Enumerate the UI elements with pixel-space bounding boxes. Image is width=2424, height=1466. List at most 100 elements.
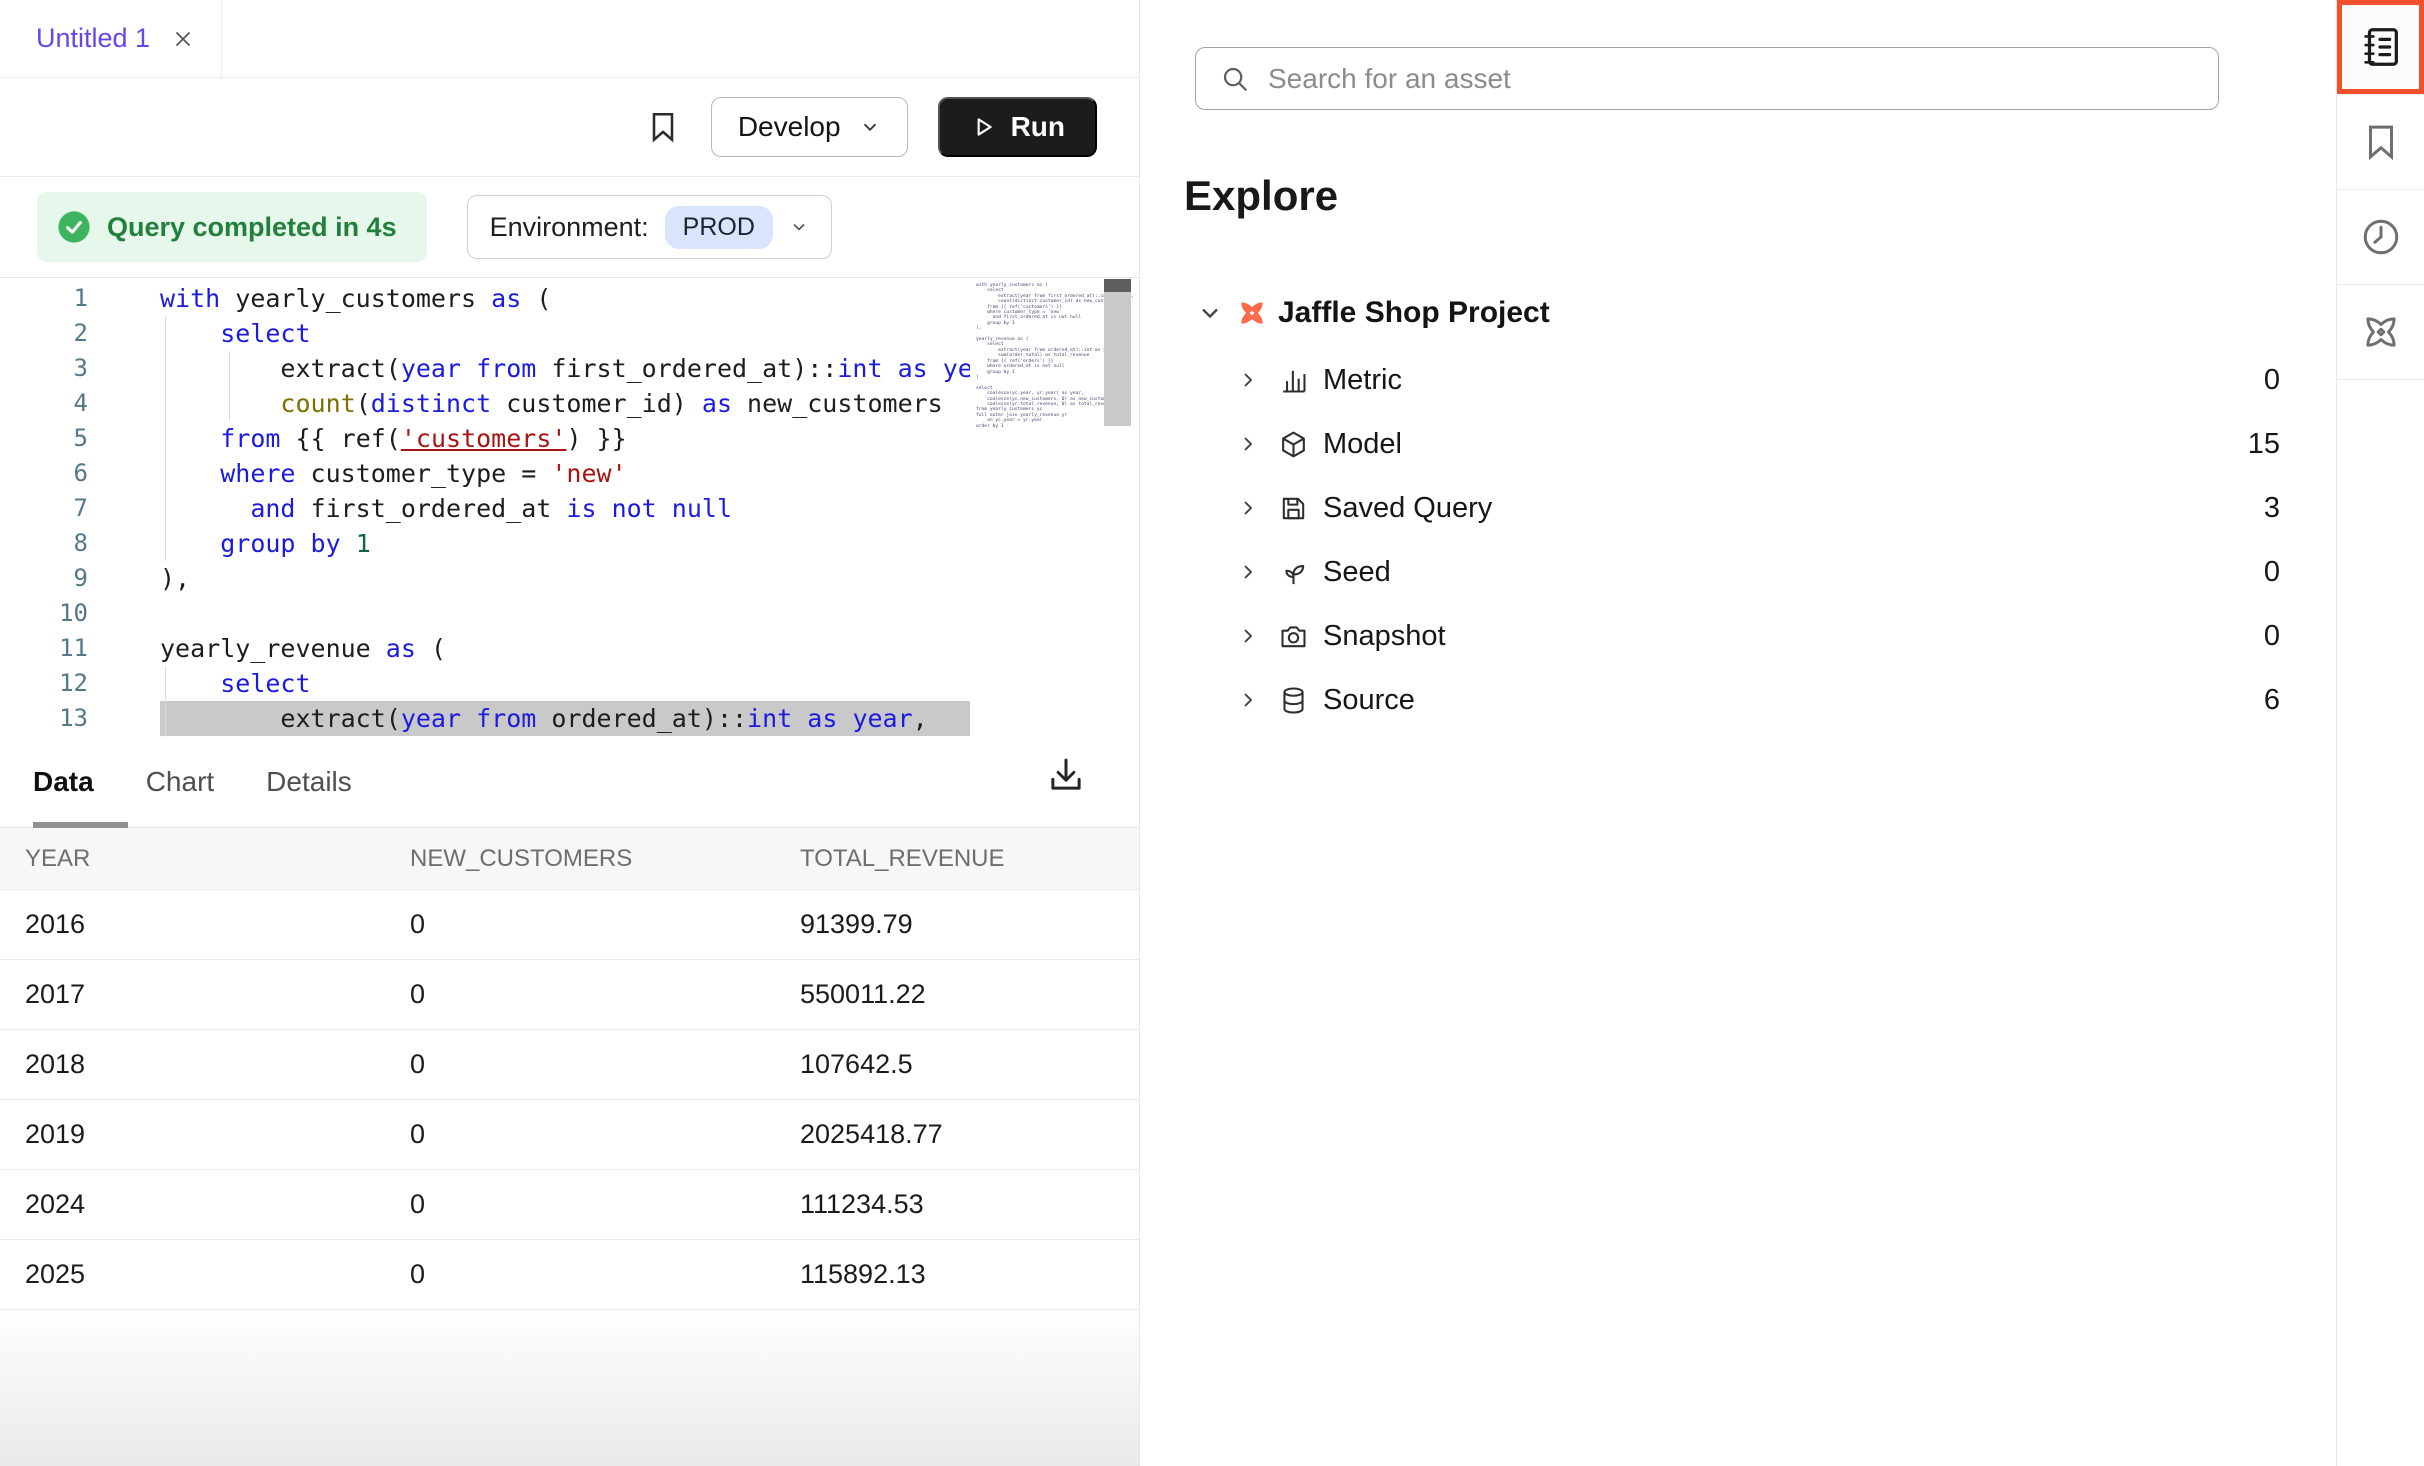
tree-item-seed[interactable]: Seed0 — [1141, 540, 2336, 604]
query-status-badge: Query completed in 4s — [37, 192, 427, 262]
sql-code-editor[interactable]: 1with yearly_customers as (2 select3 ext… — [0, 277, 1139, 737]
tree-item-count: 0 — [2264, 620, 2280, 653]
tree-item-label: Seed — [1323, 556, 1391, 589]
query-status-text: Query completed in 4s — [107, 212, 397, 243]
tree-item-count: 0 — [2264, 364, 2280, 397]
new-tab-plus-icon[interactable] — [242, 23, 274, 55]
download-icon[interactable] — [1045, 753, 1087, 797]
table-cell: 107642.5 — [775, 1049, 1139, 1080]
table-cell: 0 — [385, 909, 775, 940]
seed-icon — [1278, 557, 1309, 588]
line-number: 13 — [0, 701, 112, 736]
environment-label: Environment: — [490, 212, 649, 243]
rail-button-history[interactable] — [2337, 190, 2424, 285]
line-number: 3 — [0, 351, 112, 386]
query-editor-pane: Untitled 1 Develop Run Query completed i… — [0, 0, 1140, 1466]
scrollbar-top-marker — [1104, 279, 1131, 292]
editor-scrollbar-thumb[interactable] — [1104, 292, 1131, 426]
results-tab-details[interactable]: Details — [266, 766, 352, 798]
tree-item-source[interactable]: Source6 — [1141, 668, 2336, 732]
minimap-code: with yearly_customers as ( select extrac… — [976, 283, 1096, 429]
history-icon — [2360, 216, 2402, 258]
chevron-down-icon[interactable] — [1196, 299, 1224, 327]
bookmark-icon[interactable] — [645, 108, 681, 146]
line-number: 1 — [0, 281, 112, 316]
table-row: 20250115892.13 — [0, 1240, 1139, 1310]
table-cell: 2025418.77 — [775, 1119, 1139, 1150]
code-line[interactable]: 6 where customer_type = 'new' — [0, 456, 1139, 491]
search-input[interactable] — [1268, 63, 2194, 95]
code-line[interactable]: 5 from {{ ref('customers') }} — [0, 421, 1139, 456]
chevron-right-icon[interactable] — [1236, 496, 1260, 520]
code-line[interactable]: 11yearly_revenue as ( — [0, 631, 1139, 666]
tree-item-label: Model — [1323, 428, 1402, 461]
tree-item-count: 15 — [2248, 428, 2280, 461]
results-table-header: YEARNEW_CUSTOMERSTOTAL_REVENUE — [0, 828, 1139, 890]
line-number: 9 — [0, 561, 112, 596]
code-line[interactable]: 1with yearly_customers as ( — [0, 281, 1139, 316]
table-cell: 115892.13 — [775, 1259, 1139, 1290]
run-label: Run — [1011, 111, 1065, 143]
column-header[interactable]: TOTAL_REVENUE — [775, 845, 1139, 873]
code-line[interactable]: 8 group by 1 — [0, 526, 1139, 561]
tree-item-metric[interactable]: Metric0 — [1141, 348, 2336, 412]
right-icon-rail — [2336, 0, 2424, 1466]
tab-title: Untitled 1 — [36, 23, 150, 54]
asset-search-box[interactable] — [1195, 47, 2219, 110]
environment-value-badge: PROD — [665, 206, 773, 249]
code-line[interactable]: 13 extract(year from ordered_at)::int as… — [0, 701, 1139, 736]
code-line[interactable]: 7 and first_ordered_at is not null — [0, 491, 1139, 526]
rail-button-catalog[interactable] — [2337, 0, 2424, 95]
chevron-right-icon[interactable] — [1236, 560, 1260, 584]
chevron-down-icon — [859, 116, 881, 138]
results-table-body: 2016091399.7920170550011.2220180107642.5… — [0, 890, 1139, 1310]
explore-heading: Explore — [1184, 172, 1338, 220]
chevron-right-icon[interactable] — [1236, 624, 1260, 648]
table-row: 20240111234.53 — [0, 1170, 1139, 1240]
column-header[interactable]: NEW_CUSTOMERS — [385, 845, 775, 873]
table-cell: 2025 — [0, 1259, 385, 1290]
table-cell: 2018 — [0, 1049, 385, 1080]
tree-item-saved-query[interactable]: Saved Query3 — [1141, 476, 2336, 540]
code-line[interactable]: 12 select — [0, 666, 1139, 701]
table-cell: 2024 — [0, 1189, 385, 1220]
check-circle-icon — [57, 210, 91, 244]
line-number: 4 — [0, 386, 112, 421]
indent-guide — [165, 666, 166, 737]
results-tab-chart[interactable]: Chart — [146, 766, 214, 798]
code-line[interactable]: 4 count(distinct customer_id) as new_cus… — [0, 386, 1139, 421]
tree-item-project[interactable]: Jaffle Shop Project — [1141, 281, 2336, 345]
table-cell: 91399.79 — [775, 909, 1139, 940]
editor-toolbar: Develop Run — [0, 78, 1139, 177]
code-line[interactable]: 3 extract(year from first_ordered_at)::i… — [0, 351, 1139, 386]
environment-selector[interactable]: Environment: PROD — [467, 195, 832, 259]
develop-label: Develop — [738, 111, 841, 143]
chevron-right-icon[interactable] — [1236, 368, 1260, 392]
source-icon — [1278, 685, 1309, 716]
rail-button-bookmark[interactable] — [2337, 95, 2424, 190]
tab-untitled-1[interactable]: Untitled 1 — [0, 0, 222, 77]
table-cell: 2017 — [0, 979, 385, 1010]
tree-item-count: 6 — [2264, 684, 2280, 717]
tree-item-model[interactable]: Model 15 — [1141, 412, 2336, 476]
develop-dropdown-button[interactable]: Develop — [711, 97, 908, 157]
scroll-fade — [0, 1310, 1139, 1466]
table-cell: 0 — [385, 979, 775, 1010]
column-header[interactable]: YEAR — [0, 845, 385, 873]
code-line[interactable]: 10 — [0, 596, 1139, 631]
close-icon[interactable] — [170, 26, 196, 52]
table-cell: 0 — [385, 1049, 775, 1080]
line-number: 8 — [0, 526, 112, 561]
editor-minimap[interactable]: with yearly_customers as ( select extrac… — [970, 278, 1139, 737]
rail-button-copilot[interactable] — [2337, 285, 2424, 380]
table-cell: 0 — [385, 1119, 775, 1150]
tree-item-snapshot[interactable]: Snapshot0 — [1141, 604, 2336, 668]
collapse-panel-icon[interactable] — [2236, 63, 2270, 97]
table-cell: 111234.53 — [775, 1189, 1139, 1220]
chevron-right-icon[interactable] — [1236, 432, 1260, 456]
code-line[interactable]: 9), — [0, 561, 1139, 596]
code-line[interactable]: 2 select — [0, 316, 1139, 351]
chevron-right-icon[interactable] — [1236, 688, 1260, 712]
results-tab-data[interactable]: Data — [33, 766, 94, 798]
run-button[interactable]: Run — [938, 97, 1097, 157]
